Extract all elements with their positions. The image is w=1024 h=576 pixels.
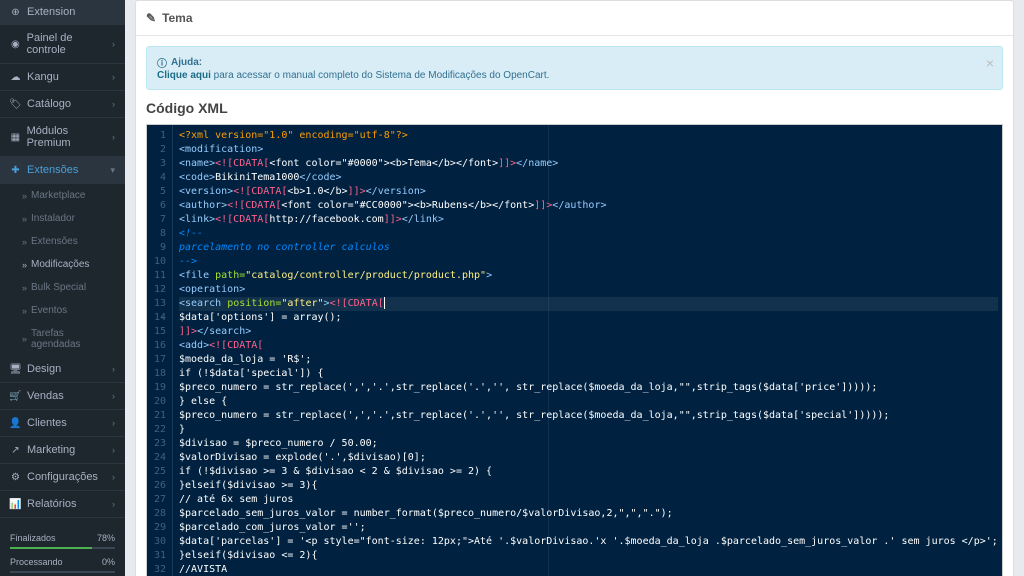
chevron-right-icon: › <box>112 499 115 509</box>
nav-item-módulos-premium[interactable]: ▦Módulos Premium› <box>0 118 125 157</box>
sub-item-modificações[interactable]: »Modificações <box>0 253 125 276</box>
nav-item-configurações[interactable]: ⚙Configurações› <box>0 464 125 491</box>
stat-value: 78% <box>97 533 115 543</box>
pencil-icon: ✎ <box>146 11 156 25</box>
stat-label: Processando <box>10 557 63 567</box>
sub-item-marketplace[interactable]: »Marketplace <box>0 184 125 207</box>
nav-item-catálogo[interactable]: 🏷Catálogo› <box>0 91 125 118</box>
chevron-right-icon: › <box>112 445 115 455</box>
main-content: ✎ Tema ⓘAjuda: Clique aqui para acessar … <box>125 0 1024 576</box>
help-link[interactable]: Clique aqui <box>157 70 211 81</box>
chevron-down-icon: ▾ <box>110 165 115 176</box>
chevron-right-icon: › <box>112 418 115 428</box>
chevron-right-icon: › <box>112 132 115 142</box>
chevron-right-icon: › <box>112 39 115 49</box>
code-area[interactable]: <?xml version="1.0" encoding="utf-8"?><m… <box>173 125 1003 576</box>
nav-item-extension[interactable]: ⊕Extension <box>0 0 125 25</box>
nav-item-painel-de-controle[interactable]: ◉Painel de controle› <box>0 25 125 64</box>
sub-item-instalador[interactable]: »Instalador <box>0 207 125 230</box>
panel-header: ✎ Tema <box>136 1 1013 36</box>
chevron-right-icon: › <box>112 391 115 401</box>
sidebar-stats: Finalizados78% Processando0% Outras situ… <box>0 523 125 576</box>
sub-item-bulk-special[interactable]: »Bulk Special <box>0 276 125 299</box>
nav-item-kangu[interactable]: ☁Kangu› <box>0 64 125 91</box>
panel-title: Tema <box>162 11 192 25</box>
nav-item-design[interactable]: 🖥Design› <box>0 356 125 383</box>
chevron-right-icon: › <box>112 72 115 82</box>
sub-item-tarefas-agendadas[interactable]: »Tarefas agendadas <box>0 322 125 356</box>
panel: ✎ Tema ⓘAjuda: Clique aqui para acessar … <box>135 0 1014 576</box>
chevron-right-icon: › <box>112 364 115 374</box>
info-icon: ⓘ <box>157 55 167 70</box>
nav-item-relatórios[interactable]: 📊Relatórios› <box>0 491 125 518</box>
close-icon[interactable]: × <box>986 55 994 71</box>
sub-item-eventos[interactable]: »Eventos <box>0 299 125 322</box>
nav-item-clientes[interactable]: 👤Clientes› <box>0 410 125 437</box>
help-alert: ⓘAjuda: Clique aqui para acessar o manua… <box>146 46 1003 90</box>
stat-label: Finalizados <box>10 533 56 543</box>
sidebar: ⊕Extension◉Painel de controle›☁Kangu›🏷Ca… <box>0 0 125 576</box>
nav-item-vendas[interactable]: 🛒Vendas› <box>0 383 125 410</box>
code-editor[interactable]: 12345678 -91011 -1213 -14151617181920212… <box>146 124 1003 576</box>
line-gutter: 12345678 -91011 -1213 -14151617181920212… <box>147 125 173 576</box>
sub-item-extensões[interactable]: »Extensões <box>0 230 125 253</box>
nav-extensoes[interactable]: ✚Extensões ▾ <box>0 157 125 184</box>
nav-item-marketing[interactable]: ↗Marketing› <box>0 437 125 464</box>
puzzle-icon: ✚ <box>10 165 21 176</box>
stat-value: 0% <box>102 557 115 567</box>
chevron-right-icon: › <box>112 472 115 482</box>
chevron-right-icon: › <box>112 99 115 109</box>
section-title: Código XML <box>146 100 1003 116</box>
